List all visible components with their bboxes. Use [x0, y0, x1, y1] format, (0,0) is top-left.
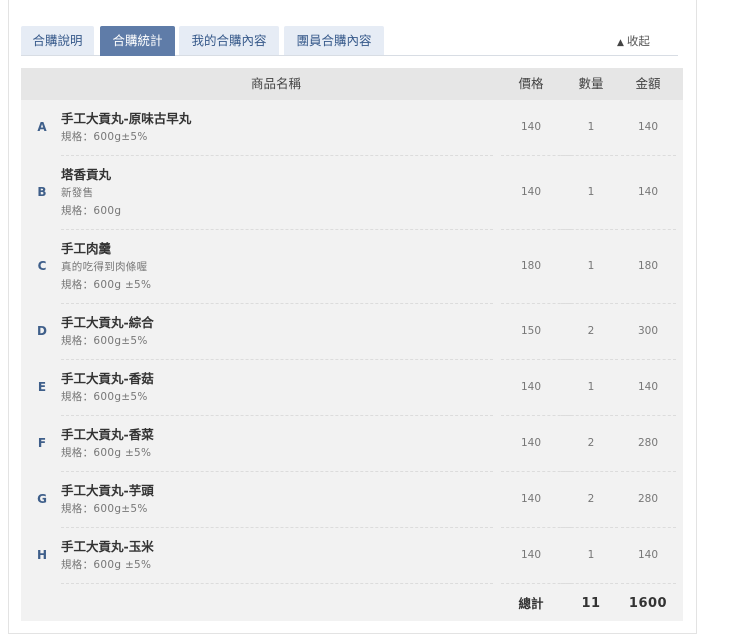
- product-detail: 規格：600g±5%: [61, 131, 148, 143]
- row-qty: 1: [587, 381, 595, 393]
- tab-purchase-stats[interactable]: 合購統計: [100, 26, 175, 56]
- product-detail: 新發售: [61, 187, 94, 199]
- total-amount: 1600: [628, 596, 668, 611]
- collapse-label: 收起: [626, 34, 650, 48]
- row-letter: D: [37, 324, 47, 338]
- row-price: 140: [520, 121, 542, 133]
- total-qty: 11: [581, 596, 601, 611]
- row-price: 150: [520, 325, 542, 337]
- table-row: F 手工大貢丸-香菜 規格：600g ±5% 140 2 280: [21, 416, 683, 472]
- tab-purchase-info[interactable]: 合購說明: [21, 26, 94, 55]
- row-letter: F: [37, 436, 47, 450]
- product-cell: 手工大貢丸-原味古早丸 規格：600g±5%: [61, 110, 493, 146]
- row-price: 140: [520, 549, 542, 561]
- product-detail: 規格：600g±5%: [61, 335, 148, 347]
- tab-member-purchase[interactable]: 團員合購內容: [284, 26, 384, 55]
- row-price: 140: [520, 381, 542, 393]
- row-amount: 140: [637, 381, 659, 393]
- table-row: D 手工大貢丸-綜合 規格：600g±5% 150 2 300: [21, 304, 683, 360]
- table-header: 商品名稱 價格 數量 金額: [21, 68, 683, 100]
- product-cell: 手工大貢丸-香菜 規格：600g ±5%: [61, 426, 493, 462]
- collapse-toggle[interactable]: ▲ 收起: [617, 33, 650, 49]
- row-divider: [561, 583, 618, 584]
- product-detail: 規格：600g ±5%: [61, 279, 152, 291]
- row-qty: 2: [587, 325, 595, 337]
- row-letter: H: [36, 548, 48, 562]
- row-amount: 300: [637, 325, 659, 337]
- table-footer: 總計 11 1600: [21, 586, 683, 621]
- header-name: 商品名稱: [250, 76, 301, 91]
- table-row: C 手工肉羹真的吃得到肉條喔 規格：600g ±5% 180 1 180: [21, 230, 683, 304]
- table-row: H 手工大貢丸-玉米 規格：600g ±5% 140 1 140: [21, 528, 683, 584]
- product-detail: 規格：600g ±5%: [61, 447, 152, 459]
- stats-table: 商品名稱 價格 數量 金額 A 手工大貢丸-原味古早丸 規格：600g±5% 140 1…: [21, 68, 683, 621]
- product-name: 手工大貢丸-玉米: [61, 539, 154, 554]
- table-row: B 塔香貢丸新發售規格：600g 140 1 140: [21, 156, 683, 230]
- product-cell: 手工大貢丸-綜合 規格：600g±5%: [61, 314, 493, 350]
- table-row: G 手工大貢丸-芋頭 規格：600g±5% 140 2 280: [21, 472, 683, 528]
- product-detail: 規格：600g ±5%: [61, 559, 152, 571]
- row-amount: 140: [637, 186, 659, 198]
- row-price: 180: [520, 260, 542, 272]
- total-label: 總計: [518, 596, 544, 611]
- tab-my-purchase[interactable]: 我的合購內容: [179, 26, 279, 55]
- row-qty: 2: [587, 437, 595, 449]
- row-amount: 180: [637, 260, 659, 272]
- row-price: 140: [520, 186, 542, 198]
- header-price: 價格: [518, 76, 544, 91]
- product-detail: 規格：600g: [61, 205, 122, 217]
- header-amount: 金額: [635, 76, 661, 91]
- product-name: 塔香貢丸: [61, 167, 112, 182]
- row-letter: B: [37, 185, 47, 199]
- row-price: 140: [520, 437, 542, 449]
- row-qty: 1: [587, 549, 595, 561]
- product-detail: 規格：600g±5%: [61, 391, 148, 403]
- row-amount: 280: [637, 493, 659, 505]
- product-cell: 手工大貢丸-香菇 規格：600g±5%: [61, 370, 493, 406]
- row-qty: 1: [587, 260, 595, 272]
- row-qty: 1: [587, 121, 595, 133]
- row-amount: 140: [637, 549, 659, 561]
- row-divider: [621, 583, 676, 584]
- row-divider: [61, 583, 493, 584]
- product-name: 手工大貢丸-原味古早丸: [61, 111, 192, 126]
- table-row: A 手工大貢丸-原味古早丸 規格：600g±5% 140 1 140: [21, 100, 683, 156]
- product-cell: 手工大貢丸-玉米 規格：600g ±5%: [61, 538, 493, 574]
- triangle-up-icon: ▲: [617, 38, 624, 48]
- row-letter: A: [37, 120, 47, 134]
- product-name: 手工大貢丸-綜合: [61, 315, 154, 330]
- product-cell: 塔香貢丸新發售規格：600g: [61, 166, 493, 220]
- product-name: 手工大貢丸-香菜: [61, 427, 154, 442]
- row-qty: 2: [587, 493, 595, 505]
- row-letter: C: [37, 259, 47, 273]
- row-amount: 280: [637, 437, 659, 449]
- row-letter: G: [37, 492, 47, 506]
- row-amount: 140: [637, 121, 659, 133]
- product-cell: 手工肉羹真的吃得到肉條喔 規格：600g ±5%: [61, 240, 493, 294]
- table-row: E 手工大貢丸-香菇 規格：600g±5% 140 1 140: [21, 360, 683, 416]
- product-name: 手工大貢丸-香菇: [61, 371, 154, 386]
- product-name: 手工肉羹: [61, 241, 112, 256]
- row-letter: E: [37, 380, 47, 394]
- header-qty: 數量: [578, 76, 604, 91]
- row-price: 140: [520, 493, 542, 505]
- product-cell: 手工大貢丸-芋頭 規格：600g±5%: [61, 482, 493, 518]
- product-detail: 規格：600g±5%: [61, 503, 148, 515]
- product-name: 手工大貢丸-芋頭: [61, 483, 154, 498]
- product-detail: 真的吃得到肉條喔: [61, 261, 148, 273]
- tab-bar: 合購說明 合購統計 我的合購內容 團員合購內容: [21, 26, 678, 56]
- row-qty: 1: [587, 186, 595, 198]
